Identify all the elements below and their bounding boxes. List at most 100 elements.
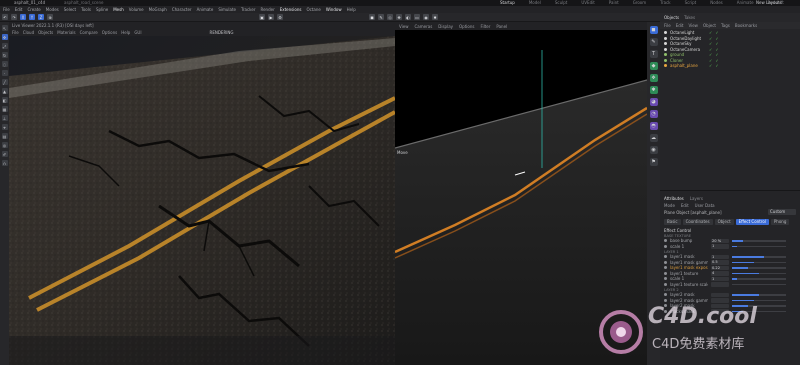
keyframe-icon[interactable] (664, 271, 667, 275)
camera-light-icon[interactable]: ◉ (649, 146, 658, 154)
scale-icon[interactable]: ⤢ (1, 43, 8, 49)
mograph-icon[interactable]: ✱ (649, 86, 658, 94)
object-row[interactable]: asphalt_plane ✓ ✓ (660, 63, 800, 69)
move-icon[interactable]: ✥ (1, 34, 8, 40)
environment-icon[interactable]: ☁ (649, 134, 658, 142)
menu-render[interactable]: Render (260, 6, 274, 13)
render-check-icon[interactable]: ✓ (715, 63, 718, 68)
keyframe-icon[interactable] (664, 266, 667, 270)
lv-menu-options[interactable]: Options (102, 30, 117, 35)
render-settings-icon[interactable]: ⚙ (277, 14, 283, 20)
menu-mograph[interactable]: MoGraph (149, 6, 167, 13)
generator-icon[interactable]: ◆ (649, 62, 658, 70)
menu-volume[interactable]: Volume (129, 6, 144, 13)
model-mode-icon[interactable]: ◧ (1, 97, 8, 103)
pen-spline-icon[interactable]: ✎ (649, 38, 658, 46)
menu-animate[interactable]: Animate (197, 6, 214, 13)
workplane-icon[interactable]: ▤ (1, 133, 8, 139)
solo-icon[interactable]: ◎ (1, 142, 8, 148)
keyframe-icon[interactable] (664, 282, 667, 286)
parameter-slider[interactable] (732, 272, 786, 274)
vp-menu-panel[interactable]: Panel (496, 24, 507, 29)
render-check-icon[interactable]: ✓ (715, 36, 718, 41)
lv-menu-help[interactable]: Help (121, 30, 130, 35)
subdivision-icon[interactable]: ◇ (387, 14, 393, 20)
parameter-slider[interactable] (732, 240, 786, 242)
obj-menu-edit[interactable]: Edit (676, 23, 684, 28)
vp-menu-cameras[interactable]: Cameras (415, 24, 433, 29)
parameter-slider[interactable] (732, 278, 786, 280)
parameter-value-field[interactable]: 1 (711, 276, 729, 281)
attr-menu-userdata[interactable]: User Data (695, 203, 715, 208)
subtab-phong[interactable]: Phong (770, 219, 790, 225)
keyframe-icon[interactable] (664, 244, 667, 248)
axis-mode-icon[interactable]: ⊥ (1, 115, 8, 121)
keyframe-icon[interactable] (664, 239, 667, 243)
vp-menu-view[interactable]: View (399, 24, 409, 29)
vp-menu-options[interactable]: Options (459, 24, 474, 29)
visibility-check-icon[interactable]: ✓ (709, 41, 712, 46)
visibility-check-icon[interactable]: ✓ (709, 63, 712, 68)
visibility-check-icon[interactable]: ✓ (709, 30, 712, 35)
menu-character[interactable]: Character (172, 6, 192, 13)
obj-menu-object[interactable]: Object (703, 23, 716, 28)
pen-icon[interactable]: ✎ (378, 14, 384, 20)
effector-icon[interactable]: ◕ (649, 98, 658, 106)
parameter-value-field[interactable]: 0.22 (711, 265, 729, 270)
parameter-slider[interactable] (732, 299, 786, 301)
live-viewer-render[interactable] (9, 36, 395, 365)
menu-extensions[interactable]: Extensions (280, 6, 302, 13)
render-check-icon[interactable]: ✓ (715, 47, 718, 52)
keyframe-icon[interactable] (664, 277, 667, 281)
render-view-icon[interactable]: ▣ (259, 14, 265, 20)
parameter-slider[interactable] (732, 294, 786, 296)
obj-menu-tags[interactable]: Tags (721, 23, 730, 28)
parameter-value-field[interactable]: 20 % (711, 238, 729, 243)
vp-menu-display[interactable]: Display (438, 24, 453, 29)
polygons-mode-icon[interactable]: ▲ (1, 88, 8, 94)
subtab-coordinates[interactable]: Coordinates (682, 219, 713, 225)
menu-modes[interactable]: Modes (46, 6, 59, 13)
undo-icon[interactable]: ↶ (2, 14, 8, 20)
menu-create[interactable]: Create (27, 6, 40, 13)
lv-menu-compare[interactable]: Compare (80, 30, 98, 35)
rotate-icon[interactable]: ↻ (1, 52, 8, 58)
visibility-check-icon[interactable]: ✓ (709, 52, 712, 57)
snap-icon[interactable]: ⌖ (1, 124, 8, 130)
axis-y-icon[interactable]: Y (29, 14, 35, 20)
tab-attributes[interactable]: Attributes (664, 196, 684, 201)
parameter-value-field[interactable] (711, 298, 729, 303)
live-selection-icon[interactable]: ◌ (1, 61, 8, 67)
tag-icon[interactable]: ⚑ (649, 158, 658, 166)
parameter-slider[interactable] (732, 256, 786, 258)
obj-menu-file[interactable]: File (664, 23, 671, 28)
lv-menu-cloud[interactable]: Cloud (23, 30, 34, 35)
floor-icon[interactable]: ▭ (414, 14, 420, 20)
deformer-purple-icon[interactable]: ◓ (649, 122, 658, 130)
menu-tracker[interactable]: Tracker (241, 6, 255, 13)
lv-menu-file[interactable]: File (12, 30, 19, 35)
lv-menu-materials[interactable]: Materials (57, 30, 75, 35)
subtab-effect-control[interactable]: Effect Control (735, 219, 769, 225)
obj-menu-bookmarks[interactable]: Bookmarks (735, 23, 757, 28)
subtab-object[interactable]: Object (714, 219, 734, 225)
menu-edit[interactable]: Edit (15, 6, 23, 13)
parameter-value-field[interactable]: 1 (711, 254, 729, 259)
parameter-value-field[interactable]: 1 (711, 244, 729, 249)
points-mode-icon[interactable]: · (1, 70, 8, 76)
light-icon[interactable]: ✹ (432, 14, 438, 20)
keyframe-icon[interactable] (664, 298, 667, 302)
render-icon[interactable]: ▶ (268, 14, 274, 20)
axis-z-icon[interactable]: Z (38, 14, 44, 20)
parameter-slider[interactable] (732, 267, 786, 269)
parameter-value-field[interactable] (711, 292, 729, 297)
axis-x-icon[interactable]: X (20, 14, 26, 20)
parameter-slider[interactable] (732, 245, 786, 247)
coordinate-system-icon[interactable]: ⊕ (47, 14, 53, 20)
render-check-icon[interactable]: ✓ (715, 52, 718, 57)
cube-icon[interactable]: ◼ (369, 14, 375, 20)
field-icon[interactable]: ◔ (649, 110, 658, 118)
render-check-icon[interactable]: ✓ (715, 30, 718, 35)
visibility-check-icon[interactable]: ✓ (709, 36, 712, 41)
lv-menu-gui[interactable]: GUI (134, 30, 141, 35)
